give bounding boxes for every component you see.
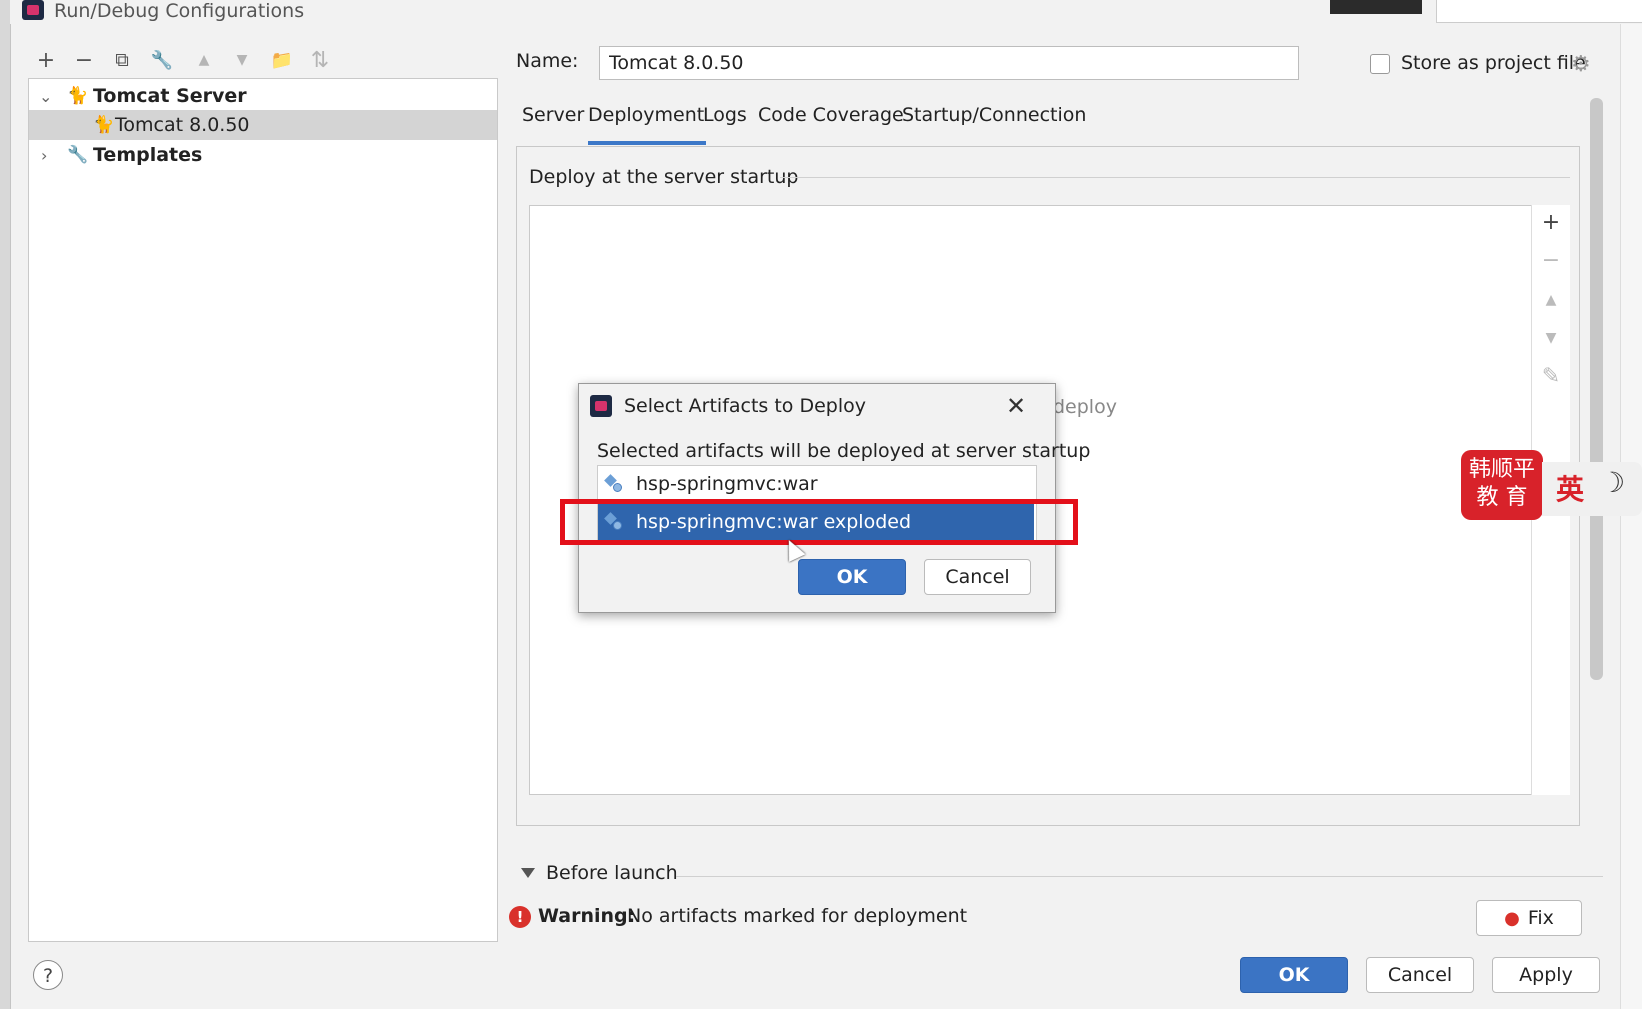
- tab-code-coverage[interactable]: Code Coverage: [758, 104, 904, 126]
- minus-icon: −: [1541, 248, 1561, 273]
- before-launch-label[interactable]: Before launch: [546, 862, 678, 884]
- minus-icon: −: [74, 47, 94, 73]
- name-label: Name:: [516, 50, 579, 72]
- chevron-right-icon[interactable]: ›: [41, 146, 47, 165]
- move-artifact-up-button[interactable]: ▲: [1538, 292, 1564, 308]
- background-window-right-edge: [1620, 24, 1642, 1009]
- active-tab-indicator: [588, 141, 706, 145]
- warning-message: No artifacts marked for deployment: [627, 905, 968, 927]
- deploy-empty-text: deploy: [1053, 396, 1117, 418]
- add-artifact-button[interactable]: +: [1538, 210, 1564, 235]
- plus-icon: +: [36, 47, 56, 73]
- error-icon: !: [509, 906, 531, 928]
- dialog-description: Selected artifacts will be deployed at s…: [597, 440, 1091, 462]
- move-artifact-down-button[interactable]: ▼: [1538, 330, 1564, 346]
- background-popup: [1436, 0, 1642, 23]
- warning-title: Warning:: [538, 905, 636, 927]
- lightbulb-icon: ●: [1504, 907, 1520, 929]
- folder-icon: 📁: [270, 49, 294, 71]
- apply-button[interactable]: Apply: [1492, 957, 1600, 993]
- deploy-section-label: Deploy at the server startup: [529, 166, 799, 188]
- ime-brand-logo[interactable]: 韩顺平 教 育: [1461, 450, 1543, 520]
- move-down-button[interactable]: ▼: [228, 46, 256, 74]
- close-icon[interactable]: ✕: [1006, 392, 1026, 420]
- ime-brand-line: 教 育: [1476, 485, 1528, 510]
- triangle-down-icon[interactable]: [521, 868, 535, 878]
- section-divider: [676, 876, 1603, 877]
- dialog-title: Select Artifacts to Deploy: [624, 395, 866, 417]
- artifact-icon: [604, 474, 624, 494]
- artifact-label: hsp-springmvc:war: [636, 473, 818, 495]
- arrow-down-icon: ▼: [1545, 330, 1557, 346]
- artifact-item-war[interactable]: hsp-springmvc:war: [598, 466, 1034, 502]
- config-tree[interactable]: ⌄ 🐈 Tomcat Server 🐈 Tomcat 8.0.50 › 🔧 Te…: [28, 78, 498, 942]
- arrow-down-icon: ▼: [236, 52, 248, 68]
- help-button[interactable]: ?: [33, 960, 63, 990]
- tomcat-icon: 🐈: [93, 115, 115, 135]
- arrow-up-icon: ▲: [1545, 292, 1557, 308]
- remove-artifact-button[interactable]: −: [1538, 248, 1564, 273]
- ok-button[interactable]: OK: [1240, 957, 1348, 993]
- arrow-up-icon: ▲: [198, 52, 210, 68]
- wrench-icon: 🔧: [67, 145, 89, 165]
- wrench-icon: 🔧: [150, 49, 174, 71]
- plus-icon: +: [1541, 210, 1561, 235]
- ime-brand-line: 韩顺平: [1468, 457, 1535, 482]
- store-as-project-label: Store as project file: [1401, 52, 1586, 74]
- remove-config-button[interactable]: −: [70, 46, 98, 74]
- cancel-label: Cancel: [945, 566, 1010, 588]
- section-divider: [780, 177, 1570, 178]
- tab-logs[interactable]: Logs: [703, 104, 747, 126]
- ime-language-toggle[interactable]: 英: [1556, 468, 1584, 508]
- edit-defaults-button[interactable]: 🔧: [148, 46, 176, 74]
- intellij-app-icon: [590, 395, 612, 417]
- add-config-button[interactable]: +: [32, 46, 60, 74]
- move-up-button[interactable]: ▲: [190, 46, 218, 74]
- cancel-label: Cancel: [1387, 964, 1453, 986]
- cancel-button[interactable]: Cancel: [1366, 957, 1474, 993]
- tab-deployment[interactable]: Deployment: [588, 104, 704, 126]
- store-as-project-checkbox[interactable]: [1370, 54, 1390, 74]
- window-title: Run/Debug Configurations: [54, 0, 305, 22]
- intellij-app-icon: [22, 0, 44, 20]
- tree-item-label: Tomcat 8.0.50: [115, 114, 250, 136]
- dialog-cancel-button[interactable]: Cancel: [924, 559, 1031, 595]
- sort-button[interactable]: ⇅: [306, 46, 334, 74]
- gear-icon[interactable]: ⚙: [1571, 52, 1591, 77]
- sort-icon: ⇅: [310, 47, 330, 73]
- tab-server[interactable]: Server: [522, 104, 584, 126]
- background-dark-tab: [1330, 0, 1422, 14]
- copy-config-button[interactable]: ⧉: [108, 46, 136, 74]
- apply-label: Apply: [1519, 964, 1573, 986]
- edit-artifact-button[interactable]: ✎: [1538, 364, 1564, 389]
- tree-item-label: Templates: [93, 144, 203, 166]
- copy-icon: ⧉: [115, 49, 129, 71]
- tab-startup-connection[interactable]: Startup/Connection: [902, 104, 1086, 126]
- red-highlight-annotation: [560, 499, 1078, 545]
- ok-label: OK: [1278, 964, 1310, 986]
- ok-label: OK: [836, 566, 868, 588]
- pencil-icon: ✎: [1541, 364, 1561, 389]
- vertical-scrollbar[interactable]: [1590, 98, 1603, 680]
- dialog-ok-button[interactable]: OK: [798, 559, 906, 595]
- tree-item-tomcat-server[interactable]: ⌄ 🐈 Tomcat Server: [29, 81, 497, 111]
- help-icon: ?: [42, 965, 54, 987]
- chevron-down-icon[interactable]: ⌄: [39, 87, 52, 106]
- tree-item-templates[interactable]: › 🔧 Templates: [29, 140, 497, 170]
- moon-icon[interactable]: ☽: [1600, 466, 1625, 499]
- tomcat-icon: 🐈: [67, 86, 89, 106]
- new-folder-button[interactable]: 📁: [268, 46, 296, 74]
- fix-label: Fix: [1527, 907, 1554, 929]
- fix-button[interactable]: ● Fix: [1476, 900, 1582, 936]
- name-input[interactable]: [599, 46, 1299, 80]
- tree-item-label: Tomcat Server: [93, 85, 247, 107]
- tree-item-tomcat-8-0-50[interactable]: 🐈 Tomcat 8.0.50: [29, 110, 497, 140]
- background-window-edge: [0, 0, 11, 1009]
